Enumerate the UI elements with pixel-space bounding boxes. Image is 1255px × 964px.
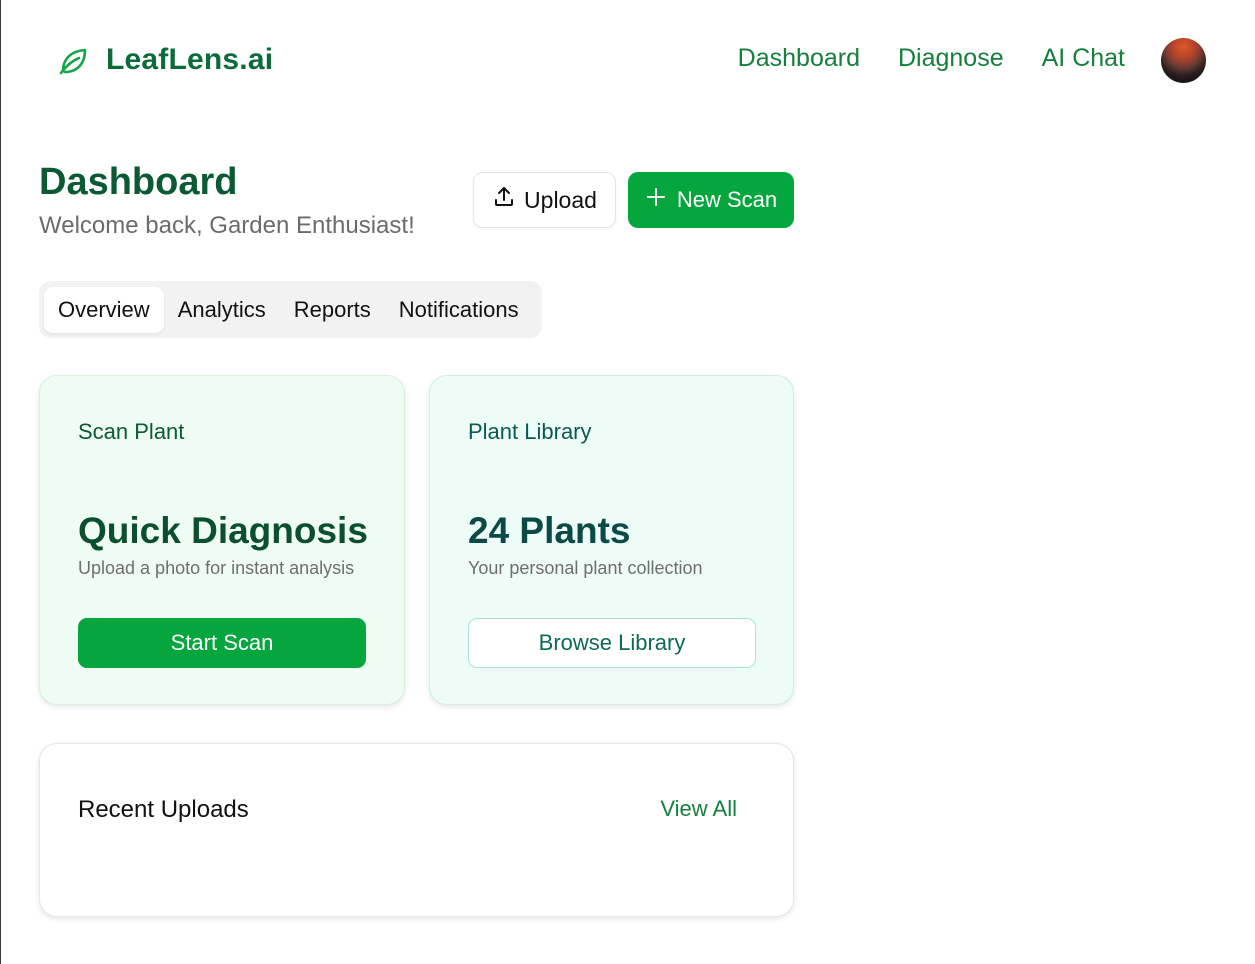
leaf-icon (56, 42, 92, 78)
scan-plant-card: Scan Plant Quick Diagnosis Upload a phot… (39, 375, 405, 705)
plant-library-card: Plant Library 24 Plants Your personal pl… (429, 375, 794, 705)
plus-icon (645, 186, 667, 214)
browse-library-button[interactable]: Browse Library (468, 618, 756, 668)
tab-reports[interactable]: Reports (280, 287, 385, 333)
tab-analytics[interactable]: Analytics (164, 287, 280, 333)
page-subtitle: Welcome back, Garden Enthusiast! (39, 212, 415, 239)
card-label: Scan Plant (78, 419, 185, 444)
page-title: Dashboard (39, 161, 238, 203)
card-description: Your personal plant collection (468, 558, 703, 578)
new-scan-button[interactable]: New Scan (628, 172, 794, 228)
start-scan-button[interactable]: Start Scan (78, 618, 366, 668)
brand-logo[interactable]: LeafLens.ai (56, 42, 273, 78)
tab-bar: Overview Analytics Reports Notifications (39, 281, 542, 338)
upload-button-label: Upload (524, 186, 597, 213)
view-all-link[interactable]: View All (660, 796, 737, 822)
tab-notifications[interactable]: Notifications (385, 287, 533, 333)
new-scan-button-label: New Scan (676, 187, 778, 212)
nav-ai-chat[interactable]: AI Chat (1042, 44, 1125, 73)
card-label: Plant Library (468, 419, 592, 444)
brand-name: LeafLens.ai (106, 43, 274, 76)
user-avatar[interactable] (1161, 38, 1206, 83)
tab-overview[interactable]: Overview (44, 286, 164, 333)
top-navigation: Dashboard Diagnose AI Chat (738, 44, 1125, 73)
window-edge (0, 0, 1, 964)
upload-icon (492, 185, 516, 215)
nav-diagnose[interactable]: Diagnose (898, 44, 1004, 73)
upload-button[interactable]: Upload (473, 172, 616, 228)
recent-uploads-card: Recent Uploads View All (39, 743, 794, 917)
card-headline: Quick Diagnosis (78, 510, 368, 551)
nav-dashboard[interactable]: Dashboard (738, 44, 860, 73)
card-headline: 24 Plants (468, 510, 631, 551)
recent-uploads-title: Recent Uploads (78, 796, 249, 823)
card-description: Upload a photo for instant analysis (78, 558, 355, 578)
